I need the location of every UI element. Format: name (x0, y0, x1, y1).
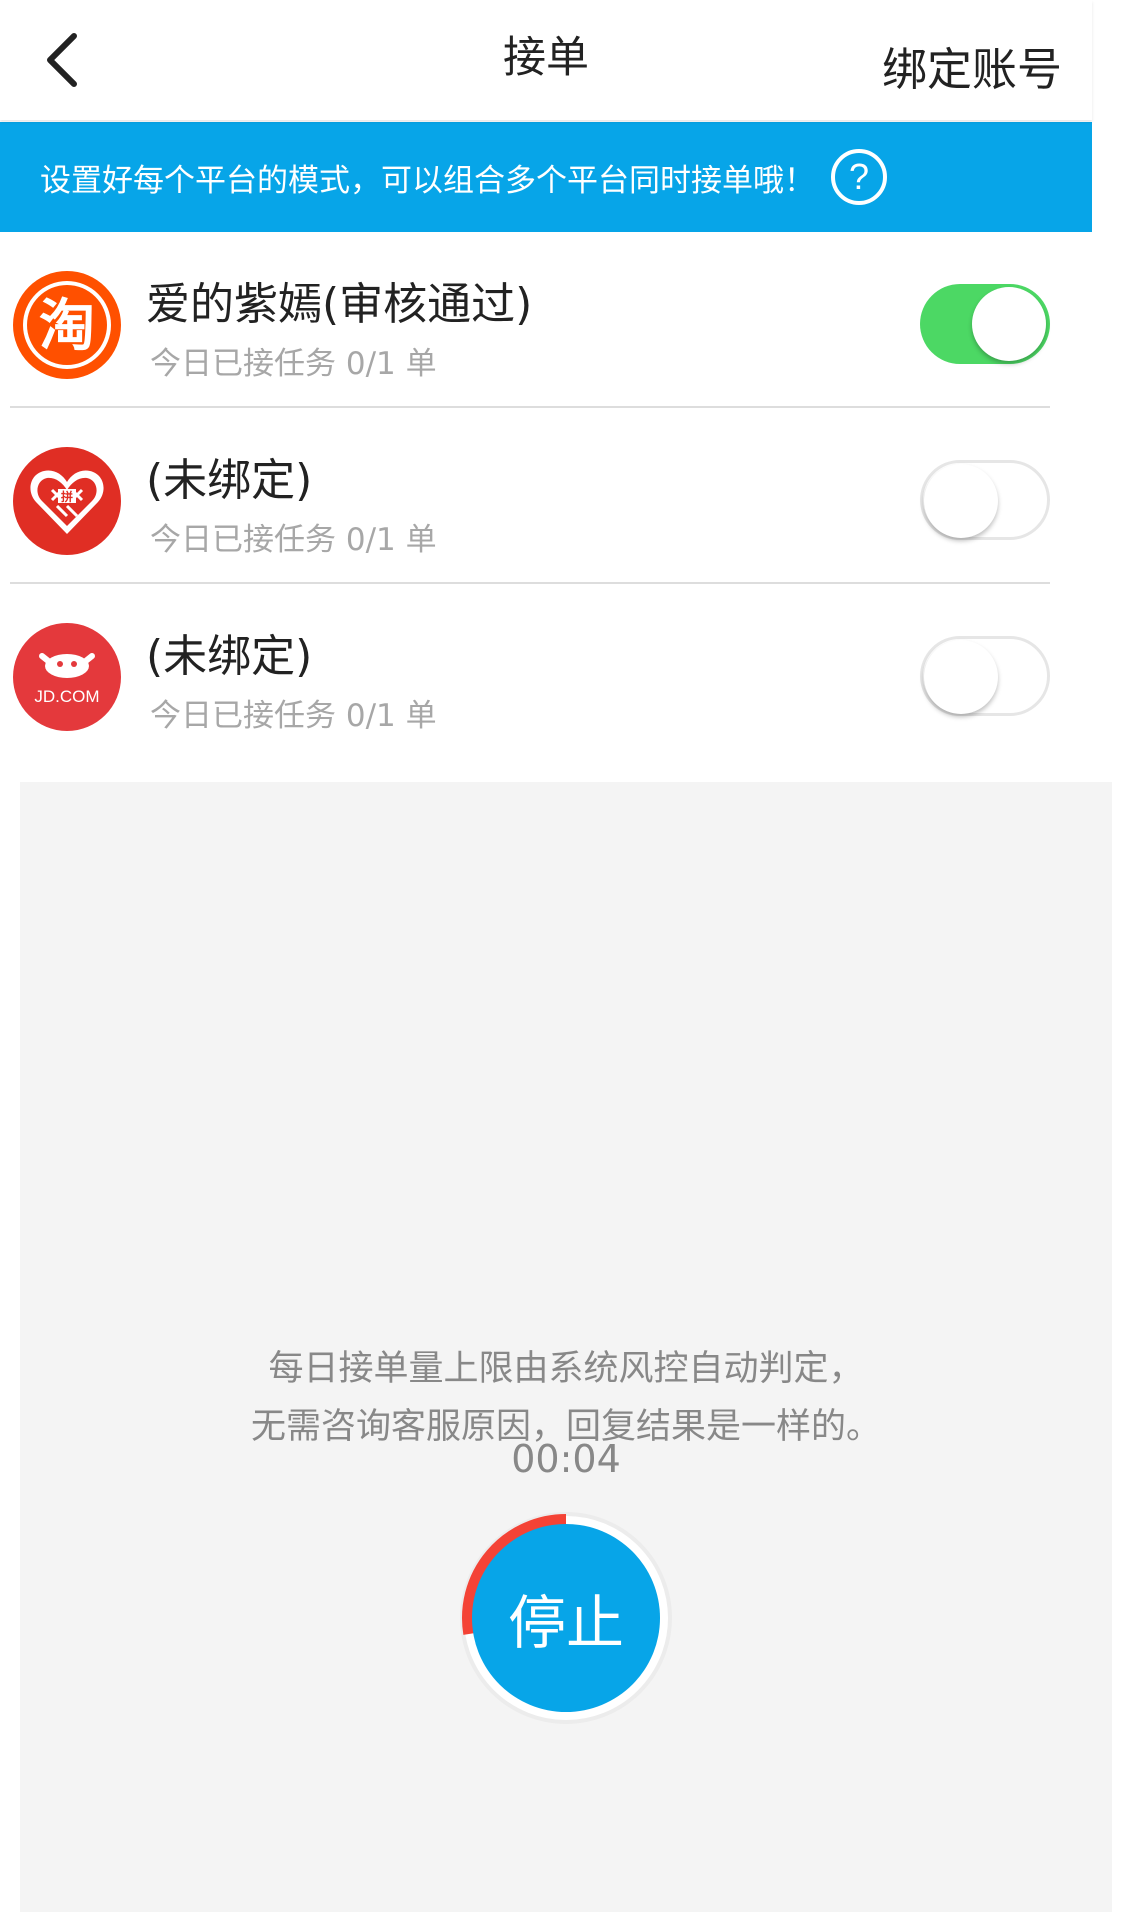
tip-banner: 设置好每个平台的模式，可以组合多个平台同时接单哦！ ? (0, 122, 1092, 232)
toggle-knob (924, 640, 998, 714)
platform-name: (未绑定) (146, 631, 313, 682)
limit-notice-line-1: 每日接单量上限由系统风控自动判定， (268, 1349, 864, 1389)
platform-row-jd[interactable]: JD.COM (未绑定) 今日已接任务 0/1 单 (0, 584, 1092, 760)
toggle-knob (924, 464, 998, 538)
jd-logo-text: JD.COM (34, 687, 99, 706)
svg-text:?: ? (849, 156, 869, 197)
tip-text: 设置好每个平台的模式，可以组合多个平台同时接单哦！ (40, 162, 815, 199)
platform-row-pinduoduo[interactable]: 拼 (未绑定) 今日已接任务 0/1 单 (0, 408, 1092, 584)
jd-logo-icon: JD.COM (13, 623, 121, 731)
platform-name: 爱的紫嫣(审核通过) (146, 279, 533, 330)
pinduoduo-logo-icon: 拼 (13, 447, 121, 555)
platform-name: (未绑定) (146, 455, 313, 506)
timer-readout: 00:04 (511, 1437, 621, 1481)
platform-row-taobao[interactable]: 淘 爱的紫嫣(审核通过) 今日已接任务 0/1 单 (0, 232, 1092, 408)
question-icon[interactable]: ? (829, 147, 889, 207)
platform-toggle-pinduoduo[interactable] (920, 460, 1050, 540)
top-bar: 接单 绑定账号 (0, 0, 1092, 120)
platform-list: 淘 爱的紫嫣(审核通过) 今日已接任务 0/1 单 拼 (未绑定) 今日已接任务… (0, 232, 1092, 760)
pinduoduo-logo-text: 拼 (61, 489, 73, 504)
order-status-panel: 每日接单量上限由系统风控自动判定， 无需咨询客服原因，回复结果是一样的。 00:… (20, 782, 1112, 1912)
platform-task-count: 今日已接任务 0/1 单 (150, 346, 437, 382)
stop-button-wrapper: 停止 (454, 1506, 678, 1730)
platform-task-count: 今日已接任务 0/1 单 (150, 698, 437, 734)
taobao-logo-icon: 淘 (13, 271, 121, 379)
bind-account-button[interactable]: 绑定账号 (882, 40, 1062, 100)
toggle-knob (972, 287, 1046, 361)
platform-toggle-jd[interactable] (920, 636, 1050, 716)
platform-task-count: 今日已接任务 0/1 单 (150, 522, 437, 558)
stop-button[interactable]: 停止 (472, 1524, 660, 1712)
taobao-logo-text: 淘 (39, 294, 95, 359)
platform-toggle-taobao[interactable] (920, 284, 1050, 364)
